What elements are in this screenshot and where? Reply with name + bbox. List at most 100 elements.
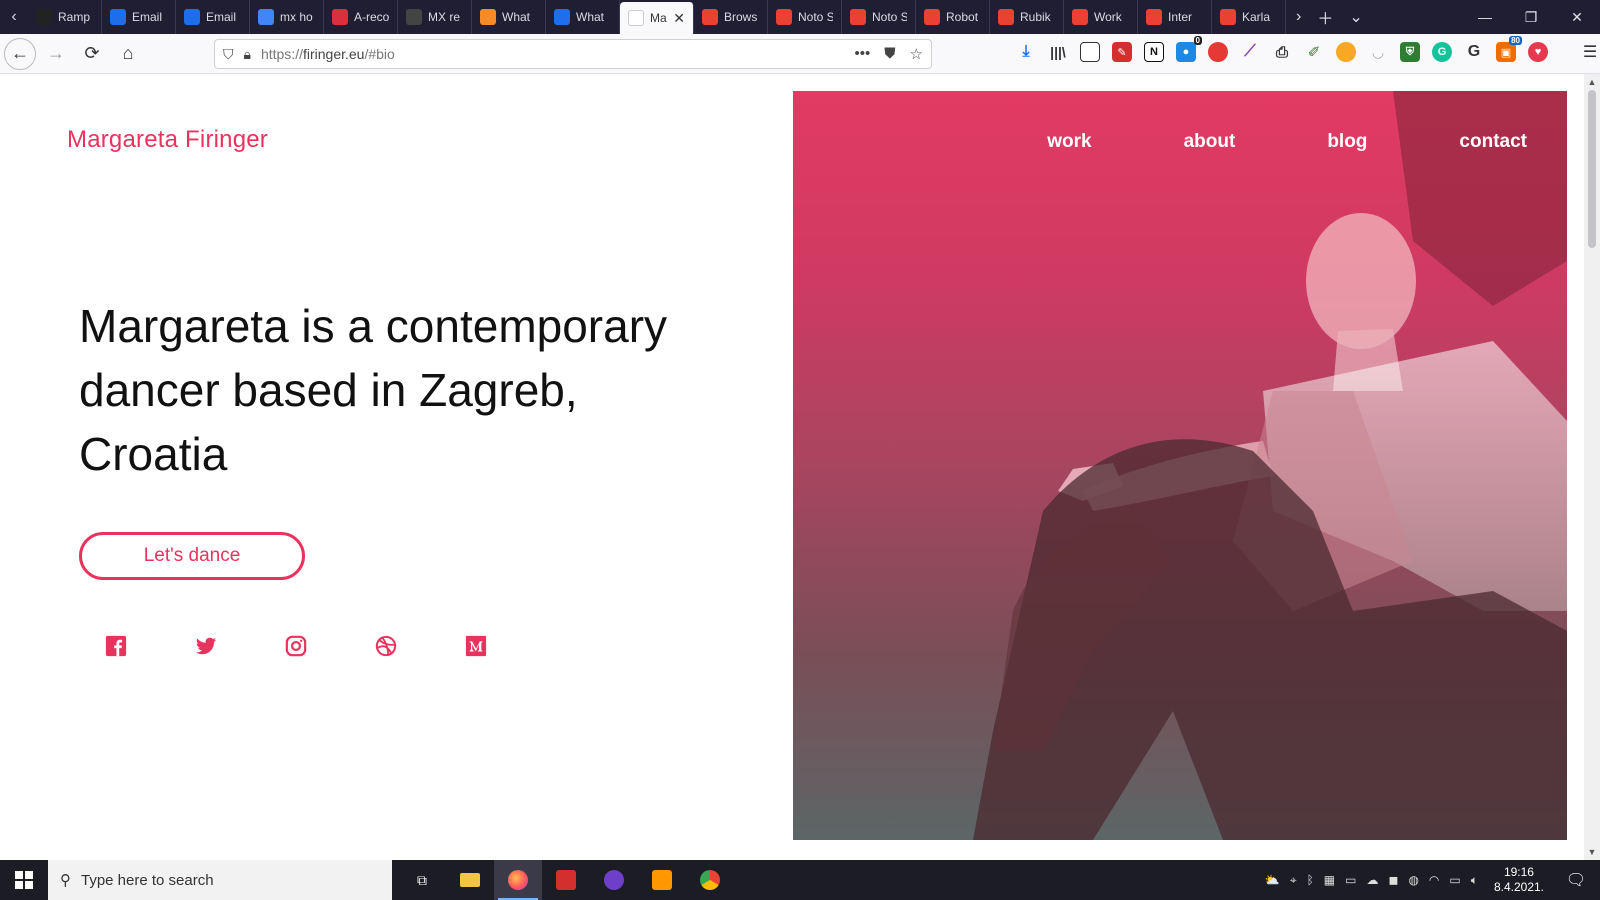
scrollbar-thumb[interactable] (1588, 90, 1596, 248)
browser-tab[interactable]: Noto S (842, 0, 916, 34)
reload-button[interactable]: ⟳ (76, 38, 108, 70)
nav-contact[interactable]: contact (1459, 131, 1527, 153)
printer-icon[interactable]: ⎙ (1272, 42, 1292, 62)
tray-network-share-icon[interactable]: ⌖ (1290, 873, 1297, 888)
battery-icon[interactable]: ▭ (1449, 873, 1460, 888)
tray-monitor-icon[interactable]: ▭ (1345, 873, 1356, 888)
extension-red-icon[interactable]: ✎ (1112, 42, 1132, 62)
hero-headline: Margareta is a contemporary dancer based… (79, 300, 668, 480)
taskbar-search-box[interactable]: ⚲ Type here to search (48, 860, 392, 900)
lets-dance-button[interactable]: Let's dance (79, 532, 305, 580)
restore-window-button[interactable]: ❐ (1508, 0, 1554, 34)
dribbble-icon[interactable] (375, 634, 465, 658)
bluetooth-icon[interactable]: ᛒ (1307, 873, 1314, 888)
forward-button[interactable]: → (40, 38, 72, 70)
feather-icon[interactable]: ⟋ (1240, 42, 1260, 62)
browser-tab[interactable]: Email (102, 0, 176, 34)
pocket-icon[interactable]: ⛊ (884, 45, 895, 63)
nav-about[interactable]: about (1184, 131, 1236, 153)
colorful-favicon (480, 9, 496, 25)
extension-g-icon[interactable]: G (1464, 42, 1484, 62)
scroll-up-arrow-icon[interactable]: ▲ (1584, 74, 1600, 90)
pocket-save-icon[interactable]: ♥ (1528, 42, 1548, 62)
browser-tab[interactable]: Noto S (768, 0, 842, 34)
home-button[interactable]: ⌂ (112, 38, 144, 70)
close-tab-icon[interactable]: ✕ (673, 10, 685, 27)
tray-orange-app-icon[interactable]: ◼ (1388, 873, 1398, 888)
bookmark-star-icon[interactable]: ☆ (910, 45, 923, 63)
tab-scroll-left-button[interactable]: ‹ (0, 0, 28, 34)
browser-tab[interactable]: Rubik (990, 0, 1064, 34)
url-text[interactable]: https://firinger.eu/#bio (261, 46, 395, 62)
bitwarden-icon[interactable]: ⛨ (1400, 42, 1420, 62)
taskbar-clock[interactable]: 19:16 8.4.2021. (1486, 865, 1552, 895)
shield-icon[interactable]: ⛉ (223, 46, 234, 63)
sidebar-icon[interactable] (1080, 42, 1100, 62)
list-all-tabs-button[interactable]: ⌄ (1349, 7, 1362, 27)
chrome-icon[interactable] (686, 860, 734, 900)
tab-scroll-right-button[interactable]: › (1296, 8, 1301, 26)
search-placeholder: Type here to search (81, 871, 214, 889)
notifications-icon[interactable]: 🗨︎ (1560, 860, 1592, 900)
browser-tab[interactable]: A-reco (324, 0, 398, 34)
github-desktop-icon[interactable] (590, 860, 638, 900)
download-icon[interactable]: ⤓ (1016, 42, 1036, 62)
wifi-icon[interactable]: ◠ (1429, 873, 1439, 888)
globe-extension-icon[interactable] (1336, 42, 1356, 62)
medium-icon[interactable] (465, 634, 555, 658)
browser-tab[interactable]: Inter (1138, 0, 1212, 34)
search-icon: ⚲ (60, 872, 71, 889)
browser-tab[interactable]: Karla (1212, 0, 1286, 34)
browser-tab[interactable]: Margar ✕ (620, 2, 694, 34)
facebook-icon[interactable] (105, 634, 195, 658)
minimize-window-button[interactable]: — (1462, 0, 1508, 34)
browser-tab[interactable]: MX re (398, 0, 472, 34)
tab-title: Ramp (58, 10, 91, 24)
menu-icon[interactable]: ☰ (1580, 42, 1600, 62)
sublime-text-icon[interactable] (638, 860, 686, 900)
library-icon[interactable]: |||\ (1048, 42, 1068, 62)
start-button[interactable] (0, 860, 48, 900)
onedrive-icon[interactable]: ☁ (1366, 873, 1378, 888)
file-explorer-icon[interactable] (446, 860, 494, 900)
browser-tab[interactable]: Robot (916, 0, 990, 34)
notion-icon[interactable]: N (1144, 42, 1164, 62)
task-view-button[interactable]: ⧉ (398, 860, 446, 900)
browser-tab[interactable]: What (546, 0, 620, 34)
browser-tab[interactable]: Brows (694, 0, 768, 34)
extension-blue-icon[interactable]: ● 0 (1176, 36, 1202, 62)
browser-tab[interactable]: Work (1064, 0, 1138, 34)
browser-tab[interactable]: Email (176, 0, 250, 34)
scroll-down-arrow-icon[interactable]: ▼ (1584, 844, 1600, 860)
url-bar[interactable]: ⛉ 🔒︎ https://firinger.eu/#bio ••• ⛊ ☆ (214, 39, 932, 69)
close-window-button[interactable]: ✕ (1554, 0, 1600, 34)
twitter-icon[interactable] (195, 634, 285, 658)
lock-icon[interactable]: 🔒︎ (244, 46, 251, 63)
instagram-icon[interactable] (285, 634, 375, 658)
firefox-icon[interactable] (494, 860, 542, 900)
tray-app-icon[interactable]: ▦ (1324, 873, 1335, 888)
nav-work[interactable]: work (1047, 131, 1091, 153)
browser-tab[interactable]: What (472, 0, 546, 34)
grammarly-icon[interactable]: G (1432, 42, 1452, 62)
browser-tab[interactable]: Ramp (28, 0, 102, 34)
tab-title: Email (206, 10, 237, 24)
page-scrollbar[interactable]: ▲ ▼ (1584, 74, 1600, 860)
nav-blog[interactable]: blog (1327, 131, 1367, 153)
volume-icon[interactable]: 🔈︎ (1471, 873, 1478, 888)
tray-sync-icon[interactable]: ⛅ (1265, 873, 1280, 888)
tray-globe-icon[interactable]: ◍ (1408, 873, 1418, 888)
mask-icon[interactable]: ◡ (1368, 42, 1388, 62)
page-actions-icon[interactable]: ••• (855, 45, 871, 63)
back-button[interactable]: ← (4, 37, 36, 70)
extension-orange-icon[interactable]: ▣ 80 (1496, 36, 1522, 62)
acrobat-icon[interactable] (542, 860, 590, 900)
tab-title: What (502, 10, 531, 24)
clock-date: 8.4.2021. (1493, 880, 1544, 894)
new-tab-button[interactable]: ＋ (1317, 5, 1333, 29)
google-favicon (258, 9, 274, 25)
eyedropper-icon[interactable]: ✐ (1304, 42, 1324, 62)
tomato-icon[interactable] (1208, 42, 1228, 62)
browser-tab[interactable]: mx ho (250, 0, 324, 34)
site-logo[interactable]: Margareta Firinger (67, 126, 268, 154)
